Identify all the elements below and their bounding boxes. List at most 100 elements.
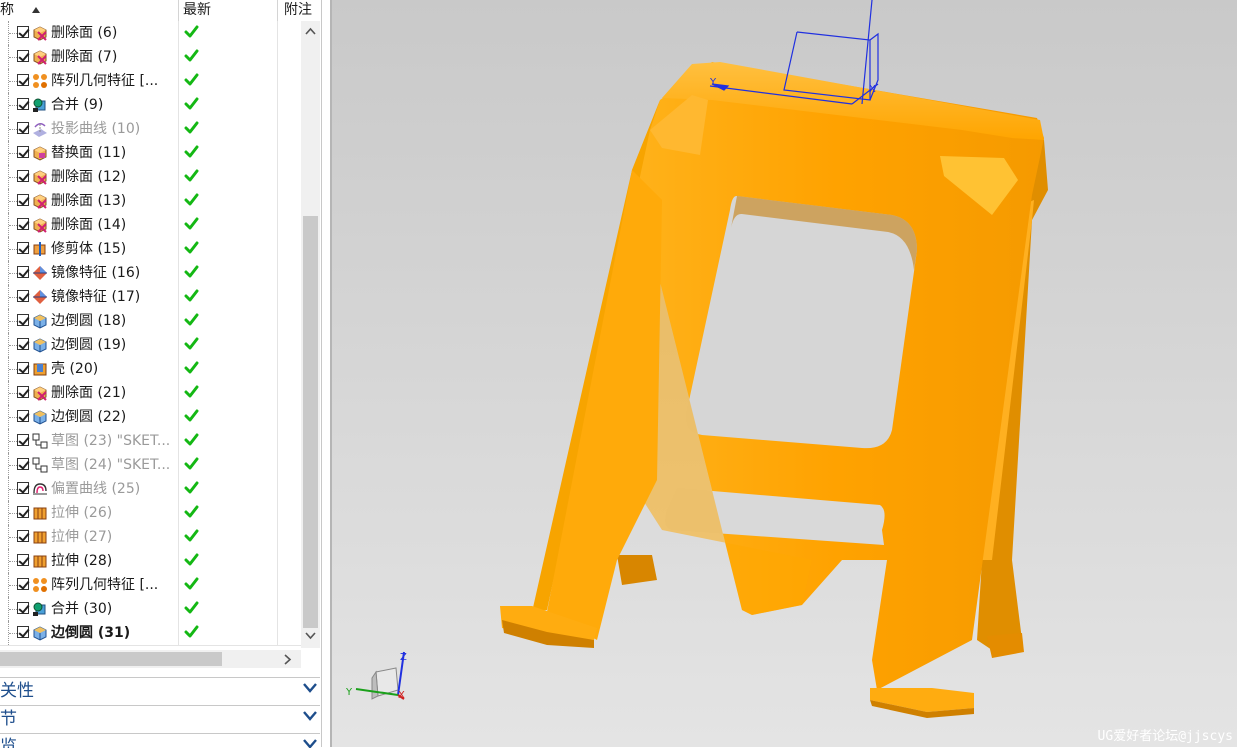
chevron-down-icon[interactable] <box>302 709 318 723</box>
scroll-down-icon[interactable] <box>305 632 316 640</box>
visibility-checkbox[interactable] <box>17 506 29 518</box>
visibility-checkbox[interactable] <box>17 314 29 326</box>
visibility-checkbox[interactable] <box>17 194 29 206</box>
column-divider <box>277 453 278 477</box>
feature-row[interactable]: 合并 (30) <box>0 597 301 622</box>
view-triad-icon[interactable]: Z Y X <box>345 651 407 701</box>
column-divider[interactable] <box>178 0 179 21</box>
column-divider <box>277 189 278 213</box>
feature-row[interactable]: 阵列几何特征 [... <box>0 69 301 94</box>
feature-row[interactable]: 拉伸 (26) <box>0 501 301 526</box>
up-to-date-check-icon <box>183 120 199 136</box>
feature-row[interactable]: 边倒圆 (19) <box>0 333 301 358</box>
feature-row[interactable]: 替换面 (11) <box>0 141 301 166</box>
visibility-checkbox[interactable] <box>17 410 29 422</box>
dependencies-panel[interactable]: 关性 <box>0 677 320 704</box>
column-divider <box>178 117 179 141</box>
csys-y-label: Y <box>709 77 717 88</box>
feature-row[interactable]: 壳 (20) <box>0 357 301 382</box>
horizontal-scrollbar[interactable] <box>0 650 301 668</box>
vertical-scroll-thumb[interactable] <box>303 216 318 628</box>
sort-ascending-icon[interactable] <box>32 7 40 13</box>
visibility-checkbox[interactable] <box>17 122 29 134</box>
feature-row[interactable]: 修剪体 (15) <box>0 237 301 262</box>
column-divider <box>178 381 179 405</box>
visibility-checkbox[interactable] <box>17 626 29 638</box>
visibility-checkbox[interactable] <box>17 554 29 566</box>
chevron-down-icon[interactable] <box>302 737 318 748</box>
column-latest-header[interactable]: 最新 <box>183 0 211 21</box>
column-divider <box>178 165 179 189</box>
feature-row[interactable]: 边倒圆 (31) <box>0 621 301 646</box>
mirror-feature-icon <box>32 265 48 281</box>
feature-row[interactable]: 删除面 (7) <box>0 45 301 70</box>
scroll-up-icon[interactable] <box>305 27 316 35</box>
tree-branch <box>9 153 17 154</box>
scroll-right-icon[interactable] <box>284 654 292 665</box>
visibility-checkbox[interactable] <box>17 434 29 446</box>
column-divider <box>178 357 179 381</box>
delete-face-icon <box>32 217 48 233</box>
visibility-checkbox[interactable] <box>17 74 29 86</box>
feature-row[interactable]: 删除面 (6) <box>0 21 301 46</box>
details-panel[interactable]: 节 <box>0 705 320 732</box>
column-divider <box>277 141 278 165</box>
feature-row[interactable]: 镜像特征 (16) <box>0 261 301 286</box>
preview-panel[interactable]: 览 <box>0 733 320 748</box>
feature-row[interactable]: 删除面 (14) <box>0 213 301 238</box>
feature-row[interactable]: 边倒圆 (22) <box>0 405 301 430</box>
visibility-checkbox[interactable] <box>17 338 29 350</box>
feature-row[interactable]: 投影曲线 (10) <box>0 117 301 142</box>
delete-face-icon <box>32 193 48 209</box>
visibility-checkbox[interactable] <box>17 98 29 110</box>
tree-branch <box>9 585 17 586</box>
visibility-checkbox[interactable] <box>17 242 29 254</box>
feature-row[interactable]: 拉伸 (27) <box>0 525 301 550</box>
horizontal-scroll-thumb[interactable] <box>0 652 222 666</box>
column-divider <box>178 573 179 597</box>
visibility-checkbox[interactable] <box>17 170 29 182</box>
visibility-checkbox[interactable] <box>17 146 29 158</box>
feature-row[interactable]: 镜像特征 (17) <box>0 285 301 310</box>
visibility-checkbox[interactable] <box>17 458 29 470</box>
feature-row[interactable]: 删除面 (12) <box>0 165 301 190</box>
visibility-checkbox[interactable] <box>17 362 29 374</box>
feature-row[interactable]: 偏置曲线 (25) <box>0 477 301 502</box>
column-divider <box>178 501 179 525</box>
visibility-checkbox[interactable] <box>17 218 29 230</box>
vertical-scrollbar[interactable] <box>301 21 320 648</box>
visibility-checkbox[interactable] <box>17 26 29 38</box>
feature-row[interactable]: 拉伸 (28) <box>0 549 301 574</box>
visibility-checkbox[interactable] <box>17 578 29 590</box>
feature-name: 合并 (30) <box>51 601 113 617</box>
feature-row[interactable]: 边倒圆 (18) <box>0 309 301 334</box>
visibility-checkbox[interactable] <box>17 482 29 494</box>
column-divider <box>277 357 278 381</box>
feature-row[interactable]: 草图 (24) "SKET... <box>0 453 301 478</box>
feature-row[interactable]: 阵列几何特征 [... <box>0 573 301 598</box>
visibility-checkbox[interactable] <box>17 290 29 302</box>
up-to-date-check-icon <box>183 504 199 520</box>
extrude-icon <box>32 553 48 569</box>
column-note-header[interactable]: 附注 <box>284 0 312 21</box>
feature-row[interactable]: 草图 (23) "SKET... <box>0 429 301 454</box>
graphics-viewport[interactable]: Y X Z Y X UG爱好者论坛@jjscys <box>332 0 1237 747</box>
column-divider[interactable] <box>277 0 278 21</box>
column-divider <box>277 165 278 189</box>
feature-row[interactable]: 删除面 (21) <box>0 381 301 406</box>
visibility-checkbox[interactable] <box>17 530 29 542</box>
up-to-date-check-icon <box>183 192 199 208</box>
visibility-checkbox[interactable] <box>17 266 29 278</box>
column-divider <box>277 333 278 357</box>
visibility-checkbox[interactable] <box>17 386 29 398</box>
visibility-checkbox[interactable] <box>17 602 29 614</box>
up-to-date-check-icon <box>183 408 199 424</box>
column-name-header[interactable]: 称 <box>0 0 14 21</box>
feature-row[interactable]: 删除面 (13) <box>0 189 301 214</box>
foot <box>987 633 1024 658</box>
chevron-down-icon[interactable] <box>302 681 318 695</box>
feature-row[interactable]: 合并 (9) <box>0 93 301 118</box>
feature-name: 边倒圆 (18) <box>51 313 127 329</box>
tree-branch <box>9 81 17 82</box>
visibility-checkbox[interactable] <box>17 50 29 62</box>
